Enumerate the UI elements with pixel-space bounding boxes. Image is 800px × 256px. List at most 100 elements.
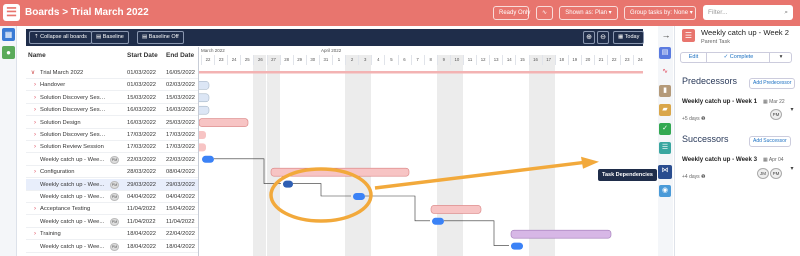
start-date: 29/03/2022 <box>127 181 157 188</box>
gantt-grid: Name Start Date End Date ∨ Trial March 20… <box>26 47 643 256</box>
baseline-button[interactable]: ▤ Baseline <box>91 31 129 44</box>
task-name: Weekly catch up - Wee... <box>40 194 105 200</box>
table-row[interactable]: Weekly catch up - Wee... PM 04/04/2022 04/0… <box>26 191 198 203</box>
table-row[interactable]: › Solution Design 16/03/2022 25/03/2022 <box>26 117 198 129</box>
expand-chevron-icon[interactable]: › <box>32 117 38 129</box>
more-menu-icon[interactable]: ▾ <box>786 165 798 176</box>
add-successor-button[interactable]: Add Successor <box>749 136 791 147</box>
end-date: 25/03/2022 <box>166 119 196 126</box>
check-icon[interactable]: ✓ <box>659 123 671 135</box>
successor-date-label: Apr 04 <box>768 157 784 163</box>
avatar[interactable]: PM <box>770 109 782 120</box>
today-button[interactable]: ▦ Today <box>613 31 645 44</box>
left-rail: ▦ ● <box>0 26 17 256</box>
milestone-week1[interactable] <box>202 155 214 163</box>
lightbulb-icon[interactable]: ● <box>2 46 15 59</box>
task-bar[interactable] <box>199 93 210 103</box>
filter-input[interactable]: Filter... ⌕ <box>703 5 793 20</box>
table-row[interactable]: › Solution Discovery Sessi... 15/03/2022 15… <box>26 92 198 104</box>
avatar[interactable]: PM <box>770 168 782 179</box>
task-icon: ☰ <box>682 29 695 42</box>
baseline-off-button[interactable]: ▤ Baseline Off <box>137 31 184 44</box>
milestone-week5[interactable] <box>511 242 523 250</box>
table-row[interactable]: › Solution Discovery Sessi... 16/03/2022 16… <box>26 104 198 117</box>
more-menu-icon[interactable]: ▾ <box>786 106 798 117</box>
panel-title: Weekly catch up - Week 2 <box>701 28 789 37</box>
chevron-down-icon[interactable]: ▾ <box>771 53 791 62</box>
avatar[interactable]: PM <box>110 180 119 189</box>
shown-as-dropdown[interactable]: Shown as: Plan ▾ <box>559 6 618 20</box>
expand-chevron-icon[interactable]: ∨ <box>30 67 36 79</box>
zoom-out-icon[interactable]: ⊖ <box>597 31 609 44</box>
collapse-all-button[interactable]: ⇡ Collapse all boards <box>29 31 92 44</box>
avatar[interactable]: PM <box>110 242 119 251</box>
task-bar[interactable] <box>199 143 206 152</box>
task-dependencies-icon[interactable]: ⋈ <box>658 165 672 179</box>
boards-app-icon[interactable]: ☰ <box>3 4 20 21</box>
milestone-week2[interactable] <box>283 180 293 188</box>
ready-only-button[interactable]: Ready Only <box>493 6 530 20</box>
milestone-week4[interactable] <box>432 217 444 225</box>
task-bar-training[interactable] <box>510 229 612 239</box>
document-icon[interactable]: ▤ <box>659 47 671 59</box>
checklist-icon[interactable]: ☰ <box>659 142 671 154</box>
pulse-icon[interactable]: ∿ <box>536 6 553 20</box>
zoom-in-icon[interactable]: ⊕ <box>583 31 595 44</box>
task-bar-solution-design[interactable] <box>199 118 249 127</box>
end-date: 08/04/2022 <box>166 169 196 176</box>
milestone-week3[interactable] <box>353 193 365 200</box>
table-row[interactable]: Weekly catch up - Wee... PM 18/04/2022 18/0… <box>26 241 198 253</box>
column-name-header[interactable]: Name <box>28 47 46 65</box>
table-row[interactable]: › Solution Discovery Sess... 17/03/2022 17/… <box>26 129 198 141</box>
avatar[interactable]: PM <box>110 217 119 226</box>
expand-chevron-icon[interactable]: › <box>32 129 38 141</box>
breadcrumb[interactable]: Boards > Trial March 2022 <box>25 7 149 18</box>
group-tasks-dropdown[interactable]: Group tasks by: None ▾ <box>624 6 696 20</box>
task-bar[interactable] <box>199 81 210 90</box>
arrow-right-icon[interactable]: → <box>660 29 672 41</box>
table-row[interactable]: › Acceptance Testing 11/04/2022 15/04/2022 <box>26 203 198 216</box>
expand-chevron-icon[interactable]: › <box>32 141 38 153</box>
column-end-header[interactable]: End Date <box>166 47 194 65</box>
complete-button[interactable]: ✓ Complete <box>708 53 770 62</box>
project-summary-bar[interactable] <box>199 71 643 74</box>
successor-date: ▦ Apr 04 <box>763 157 784 163</box>
table-row[interactable]: Weekly catch up - Wee... PM 22/03/2022 22/0… <box>26 154 198 166</box>
end-date: 16/03/2022 <box>166 107 196 114</box>
table-row[interactable]: › Handover 01/03/2022 02/03/2022 <box>26 79 198 92</box>
gantt-bars-layer <box>199 71 643 250</box>
folder-icon[interactable]: ▰ <box>659 104 671 116</box>
avatar[interactable]: PM <box>110 155 119 164</box>
task-bar[interactable] <box>199 105 210 115</box>
avatar[interactable]: PM <box>110 193 119 201</box>
table-row[interactable]: ∨ Trial March 2022 01/03/2022 16/05/2022 <box>26 67 198 79</box>
task-bar[interactable] <box>199 131 206 139</box>
task-name: Weekly catch up - Wee... <box>40 181 105 188</box>
end-date: 11/04/2022 <box>166 218 195 225</box>
expand-chevron-icon[interactable]: › <box>32 92 38 104</box>
predecessor-name[interactable]: Weekly catch up - Week 1 <box>682 98 760 106</box>
table-row[interactable]: › Training 18/04/2022 22/04/2022 <box>26 228 198 241</box>
attachment-icon[interactable]: ▮ <box>659 85 671 97</box>
end-date: 29/03/2022 <box>166 181 196 188</box>
expand-chevron-icon[interactable]: › <box>32 166 38 178</box>
grid-view-icon[interactable]: ▦ <box>2 28 15 41</box>
expand-chevron-icon[interactable]: › <box>32 228 38 240</box>
successor-name[interactable]: Weekly catch up - Week 3 <box>682 156 760 164</box>
end-date: 22/03/2022 <box>166 156 196 163</box>
task-bar-acceptance-testing[interactable] <box>430 205 482 214</box>
dependency-line <box>293 183 351 197</box>
expand-chevron-icon[interactable]: › <box>32 203 38 215</box>
table-row[interactable]: Weekly catch up - Wee... PM 29/03/2022 29/0… <box>26 178 198 191</box>
table-row[interactable]: › Configuration 28/03/2022 08/04/2022 <box>26 166 198 179</box>
edit-button[interactable]: Edit <box>681 53 707 62</box>
table-row[interactable]: Weekly catch up - Wee... PM 11/04/2022 11/0… <box>26 216 198 228</box>
expand-chevron-icon[interactable]: › <box>32 79 38 91</box>
activity-icon[interactable]: ∿ <box>659 66 671 78</box>
expand-chevron-icon[interactable]: › <box>32 104 38 116</box>
add-predecessor-button[interactable]: Add Predecessor <box>749 78 796 89</box>
eye-icon[interactable]: ◉ <box>659 185 671 197</box>
table-row[interactable]: › Solution Review Session 17/03/2022 17/03/… <box>26 141 198 154</box>
avatar[interactable]: JM <box>757 168 769 179</box>
column-start-header[interactable]: Start Date <box>127 47 158 65</box>
